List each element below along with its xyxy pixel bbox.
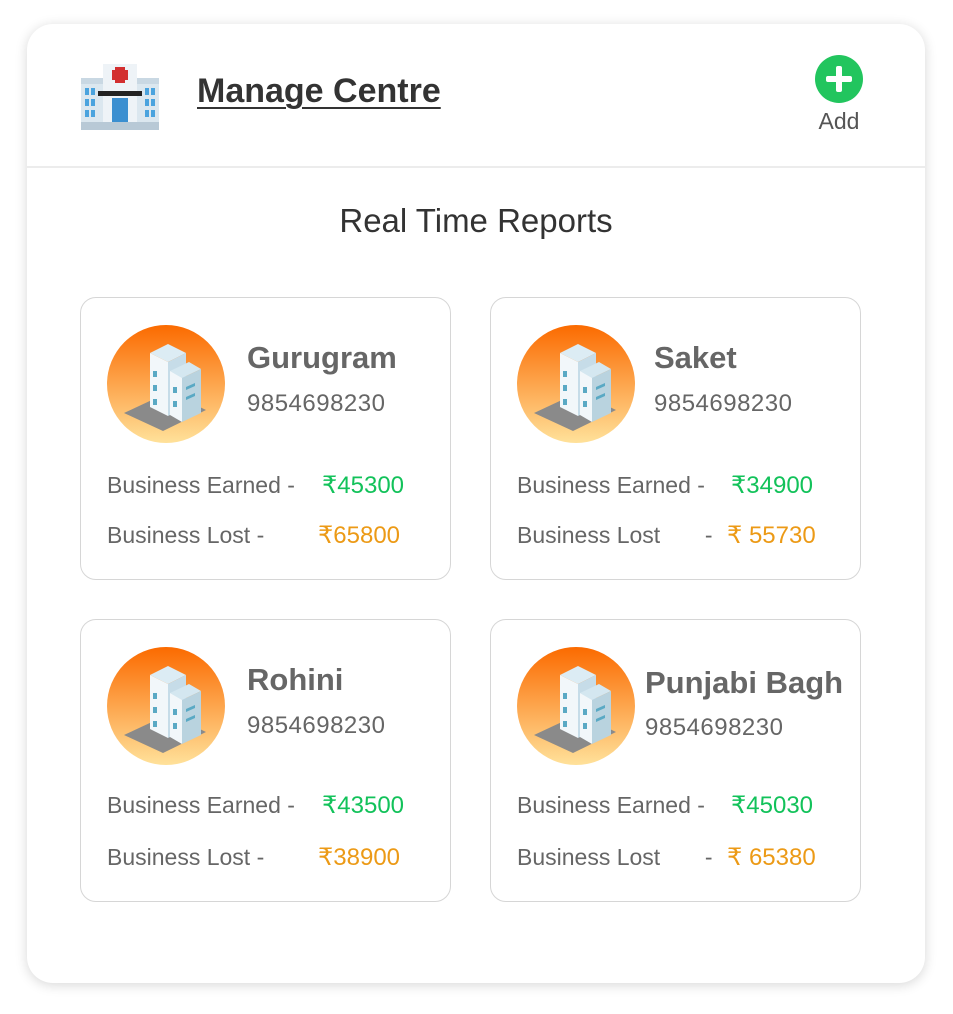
business-earned-value: ₹45300: [322, 472, 405, 499]
business-earned-label: Business Earned -: [107, 792, 295, 818]
add-label[interactable]: Add: [813, 108, 865, 135]
office-building-icon: [107, 325, 225, 443]
hospital-icon: [81, 64, 159, 130]
centre-phone: 9854698230: [645, 714, 784, 741]
centre-card-gurugram[interactable]: Gurugram 9854698230 Business Earned - ₹4…: [80, 297, 451, 580]
business-lost-label: Business Lost -: [517, 522, 713, 548]
centre-card-rohini[interactable]: Rohini 9854698230 Business Earned - ₹435…: [80, 619, 451, 902]
section-title: Real Time Reports: [339, 202, 613, 239]
business-lost-value: ₹38900: [318, 844, 401, 871]
centre-name: Gurugram: [247, 340, 397, 375]
business-earned-label: Business Earned -: [517, 792, 705, 818]
business-earned-value: ₹45030: [731, 792, 814, 819]
business-lost-value: ₹65800: [318, 522, 401, 549]
plus-circle-icon[interactable]: [815, 55, 863, 103]
office-building-icon: [517, 325, 635, 443]
business-lost-label: Business Lost -: [517, 844, 713, 870]
business-lost-label: Business Lost -: [107, 844, 265, 870]
panel-header: Manage Centre Add: [27, 24, 925, 168]
page-title[interactable]: Manage Centre: [197, 72, 441, 111]
centre-phone: 9854698230: [654, 390, 793, 417]
business-earned-label: Business Earned -: [517, 472, 705, 498]
manage-centre-panel: Manage Centre Add Real Time Reports Guru…: [27, 24, 925, 983]
business-lost-label: Business Lost -: [107, 522, 265, 548]
centre-name: Saket: [654, 340, 737, 375]
office-building-icon: [517, 647, 635, 765]
business-earned-value: ₹34900: [731, 472, 814, 499]
centre-card-punjabi-bagh[interactable]: Punjabi Bagh 9854698230 Business Earned …: [490, 619, 861, 902]
centre-card-saket[interactable]: Saket 9854698230 Business Earned - ₹3490…: [490, 297, 861, 580]
business-earned-value: ₹43500: [322, 792, 405, 819]
centre-phone: 9854698230: [247, 712, 386, 739]
business-earned-label: Business Earned -: [107, 472, 295, 498]
centre-phone: 9854698230: [247, 390, 386, 417]
centre-name: Punjabi Bagh: [645, 665, 844, 700]
centre-name: Rohini: [247, 662, 344, 697]
business-lost-value: ₹ 55730: [727, 522, 816, 549]
business-lost-value: ₹ 65380: [727, 844, 816, 871]
office-building-icon: [107, 647, 225, 765]
add-centre-button[interactable]: Add: [813, 55, 865, 135]
